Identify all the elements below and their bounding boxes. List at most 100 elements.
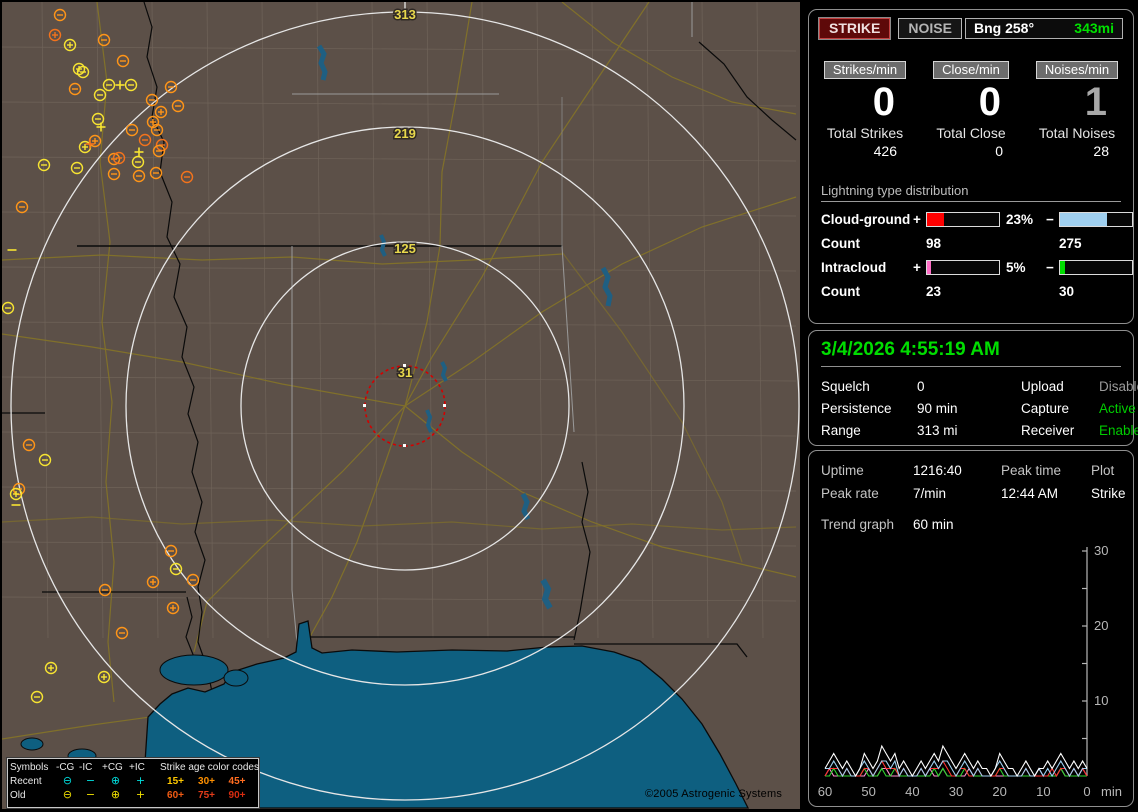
persistence-label: Persistence xyxy=(821,401,917,416)
svg-text:125: 125 xyxy=(394,241,416,256)
trend-panel: Uptime 1216:40 Peak time Plot Peak rate … xyxy=(808,450,1134,807)
upload-label: Upload xyxy=(1021,379,1099,394)
uptime-label: Uptime xyxy=(821,463,913,478)
persistence-value: 90 min xyxy=(917,401,1021,416)
svg-text:31: 31 xyxy=(398,365,412,380)
squelch-label: Squelch xyxy=(821,379,917,394)
ic-count-label: Count xyxy=(821,284,913,299)
nexstorm-window: 313 219 125 31 Symbols -CG -IC +CG +IC Stri… xyxy=(0,0,1138,812)
svg-text:219: 219 xyxy=(394,126,416,141)
neg-ic-recent-icon: − xyxy=(79,776,102,786)
upload-status: Disabled xyxy=(1099,379,1138,394)
squelch-value: 0 xyxy=(917,379,1021,394)
total-close-label: Total Close xyxy=(925,125,1017,141)
plot-label: Plot xyxy=(1091,463,1126,478)
close-per-min-value: 0 xyxy=(925,81,1017,123)
datetime-display: 3/4/2026 4:55:19 AM xyxy=(821,339,1121,367)
age-60: 60+ xyxy=(160,790,191,801)
neg-ic-old-icon: − xyxy=(79,790,102,800)
range-value: 313 mi xyxy=(917,423,1021,438)
peak-rate-label: Peak rate xyxy=(821,486,913,501)
lightning-map[interactable]: 313 219 125 31 Symbols -CG -IC +CG +IC Stri… xyxy=(2,2,800,809)
capture-status: Active xyxy=(1099,401,1138,416)
status-panel: 3/4/2026 4:55:19 AM Squelch 0 Upload Dis… xyxy=(808,330,1134,446)
cg-positive-pct: 23% xyxy=(1000,212,1046,227)
map-canvas[interactable]: 313 219 125 31 xyxy=(2,2,800,809)
total-noises-label: Total Noises xyxy=(1031,125,1123,141)
plus-sign: + xyxy=(913,212,926,227)
ic-negative-pct: 7% xyxy=(1133,260,1138,275)
legend-col-pos-cg: +CG xyxy=(102,762,129,773)
receiver-label: Receiver xyxy=(1021,423,1099,438)
legend-old-label: Old xyxy=(10,790,56,801)
neg-cg-recent-icon: ⊖ xyxy=(56,776,79,786)
strike-button[interactable]: STRIKE xyxy=(819,18,890,39)
peak-time-label: Peak time xyxy=(1001,463,1091,478)
legend-col-neg-cg: -CG xyxy=(56,762,79,773)
svg-text:min: min xyxy=(1101,784,1122,799)
svg-text:10: 10 xyxy=(1036,784,1050,799)
ic-negative-bar xyxy=(1059,260,1133,275)
bearing-display: Bng 258° 343mi xyxy=(965,18,1123,39)
distribution-title: Lightning type distribution xyxy=(821,183,1121,202)
cg-negative-pct: 65% xyxy=(1133,212,1138,227)
intracloud-label: Intracloud xyxy=(821,260,913,275)
noises-per-min-button[interactable]: Noises/min xyxy=(1036,61,1118,79)
map-legend: Symbols -CG -IC +CG +IC Strike age color… xyxy=(7,758,259,808)
svg-text:60: 60 xyxy=(818,784,832,799)
ic-positive-pct: 5% xyxy=(1000,260,1046,275)
uptime-value: 1216:40 xyxy=(913,463,1001,478)
svg-text:20: 20 xyxy=(1094,618,1108,633)
plot-value: Strike xyxy=(1091,486,1126,501)
legend-col-neg-ic: -IC xyxy=(79,762,102,773)
svg-text:20: 20 xyxy=(992,784,1006,799)
pos-cg-old-icon: ⊕ xyxy=(102,790,129,800)
pos-cg-recent-icon: ⊕ xyxy=(102,776,129,786)
legend-col-pos-ic: +IC xyxy=(129,762,152,773)
legend-age-header: Strike age color codes xyxy=(160,762,252,773)
svg-text:0: 0 xyxy=(1083,784,1090,799)
close-per-min-button[interactable]: Close/min xyxy=(933,61,1009,79)
pos-ic-recent-icon: + xyxy=(129,776,152,786)
cg-negative-bar xyxy=(1059,212,1133,227)
svg-text:30: 30 xyxy=(949,784,963,799)
copyright: ©2005 Astrogenic Systems xyxy=(645,788,782,800)
svg-text:30: 30 xyxy=(1094,543,1108,558)
minus-sign: − xyxy=(1046,212,1059,227)
strikes-per-min-button[interactable]: Strikes/min xyxy=(824,61,906,79)
cloud-ground-label: Cloud-ground xyxy=(821,212,913,227)
neg-cg-old-icon: ⊖ xyxy=(56,790,79,800)
plus-sign: + xyxy=(913,260,926,275)
trend-graph-label: Trend graph xyxy=(821,517,913,532)
age-90: 90+ xyxy=(222,790,252,801)
trend-window-value: 60 min xyxy=(913,517,1121,532)
svg-text:313: 313 xyxy=(394,7,416,22)
cg-positive-bar xyxy=(926,212,1000,227)
noises-per-min-value: 1 xyxy=(1031,81,1123,123)
cg-count-label: Count xyxy=(821,236,913,251)
minus-sign: − xyxy=(1046,260,1059,275)
cg-negative-count: 275 xyxy=(1059,236,1133,251)
svg-text:50: 50 xyxy=(861,784,875,799)
ic-positive-count: 23 xyxy=(926,284,1000,299)
age-45: 45+ xyxy=(222,776,252,787)
noise-button[interactable]: NOISE xyxy=(898,18,962,39)
strike-stats-panel: STRIKE NOISE Bng 258° 343mi Strikes/min … xyxy=(808,9,1134,324)
pos-ic-old-icon: + xyxy=(129,790,152,800)
legend-recent-label: Recent xyxy=(10,776,56,787)
capture-label: Capture xyxy=(1021,401,1099,416)
bearing-distance: 343mi xyxy=(1074,20,1114,36)
peak-rate-value: 7/min xyxy=(913,486,1001,501)
age-30: 30+ xyxy=(191,776,222,787)
total-strikes-label: Total Strikes xyxy=(819,125,911,141)
trend-graph: 10 20 30 60 50 40 30 20 10 0 min xyxy=(815,539,1127,801)
age-15: 15+ xyxy=(160,776,191,787)
cg-positive-count: 98 xyxy=(926,236,1000,251)
svg-text:10: 10 xyxy=(1094,693,1108,708)
receiver-status: Enabled xyxy=(1099,423,1138,438)
ic-negative-count: 30 xyxy=(1059,284,1133,299)
total-strikes-value: 426 xyxy=(819,143,911,159)
legend-symbols-header: Symbols xyxy=(10,762,56,773)
total-noises-value: 28 xyxy=(1031,143,1123,159)
svg-text:40: 40 xyxy=(905,784,919,799)
